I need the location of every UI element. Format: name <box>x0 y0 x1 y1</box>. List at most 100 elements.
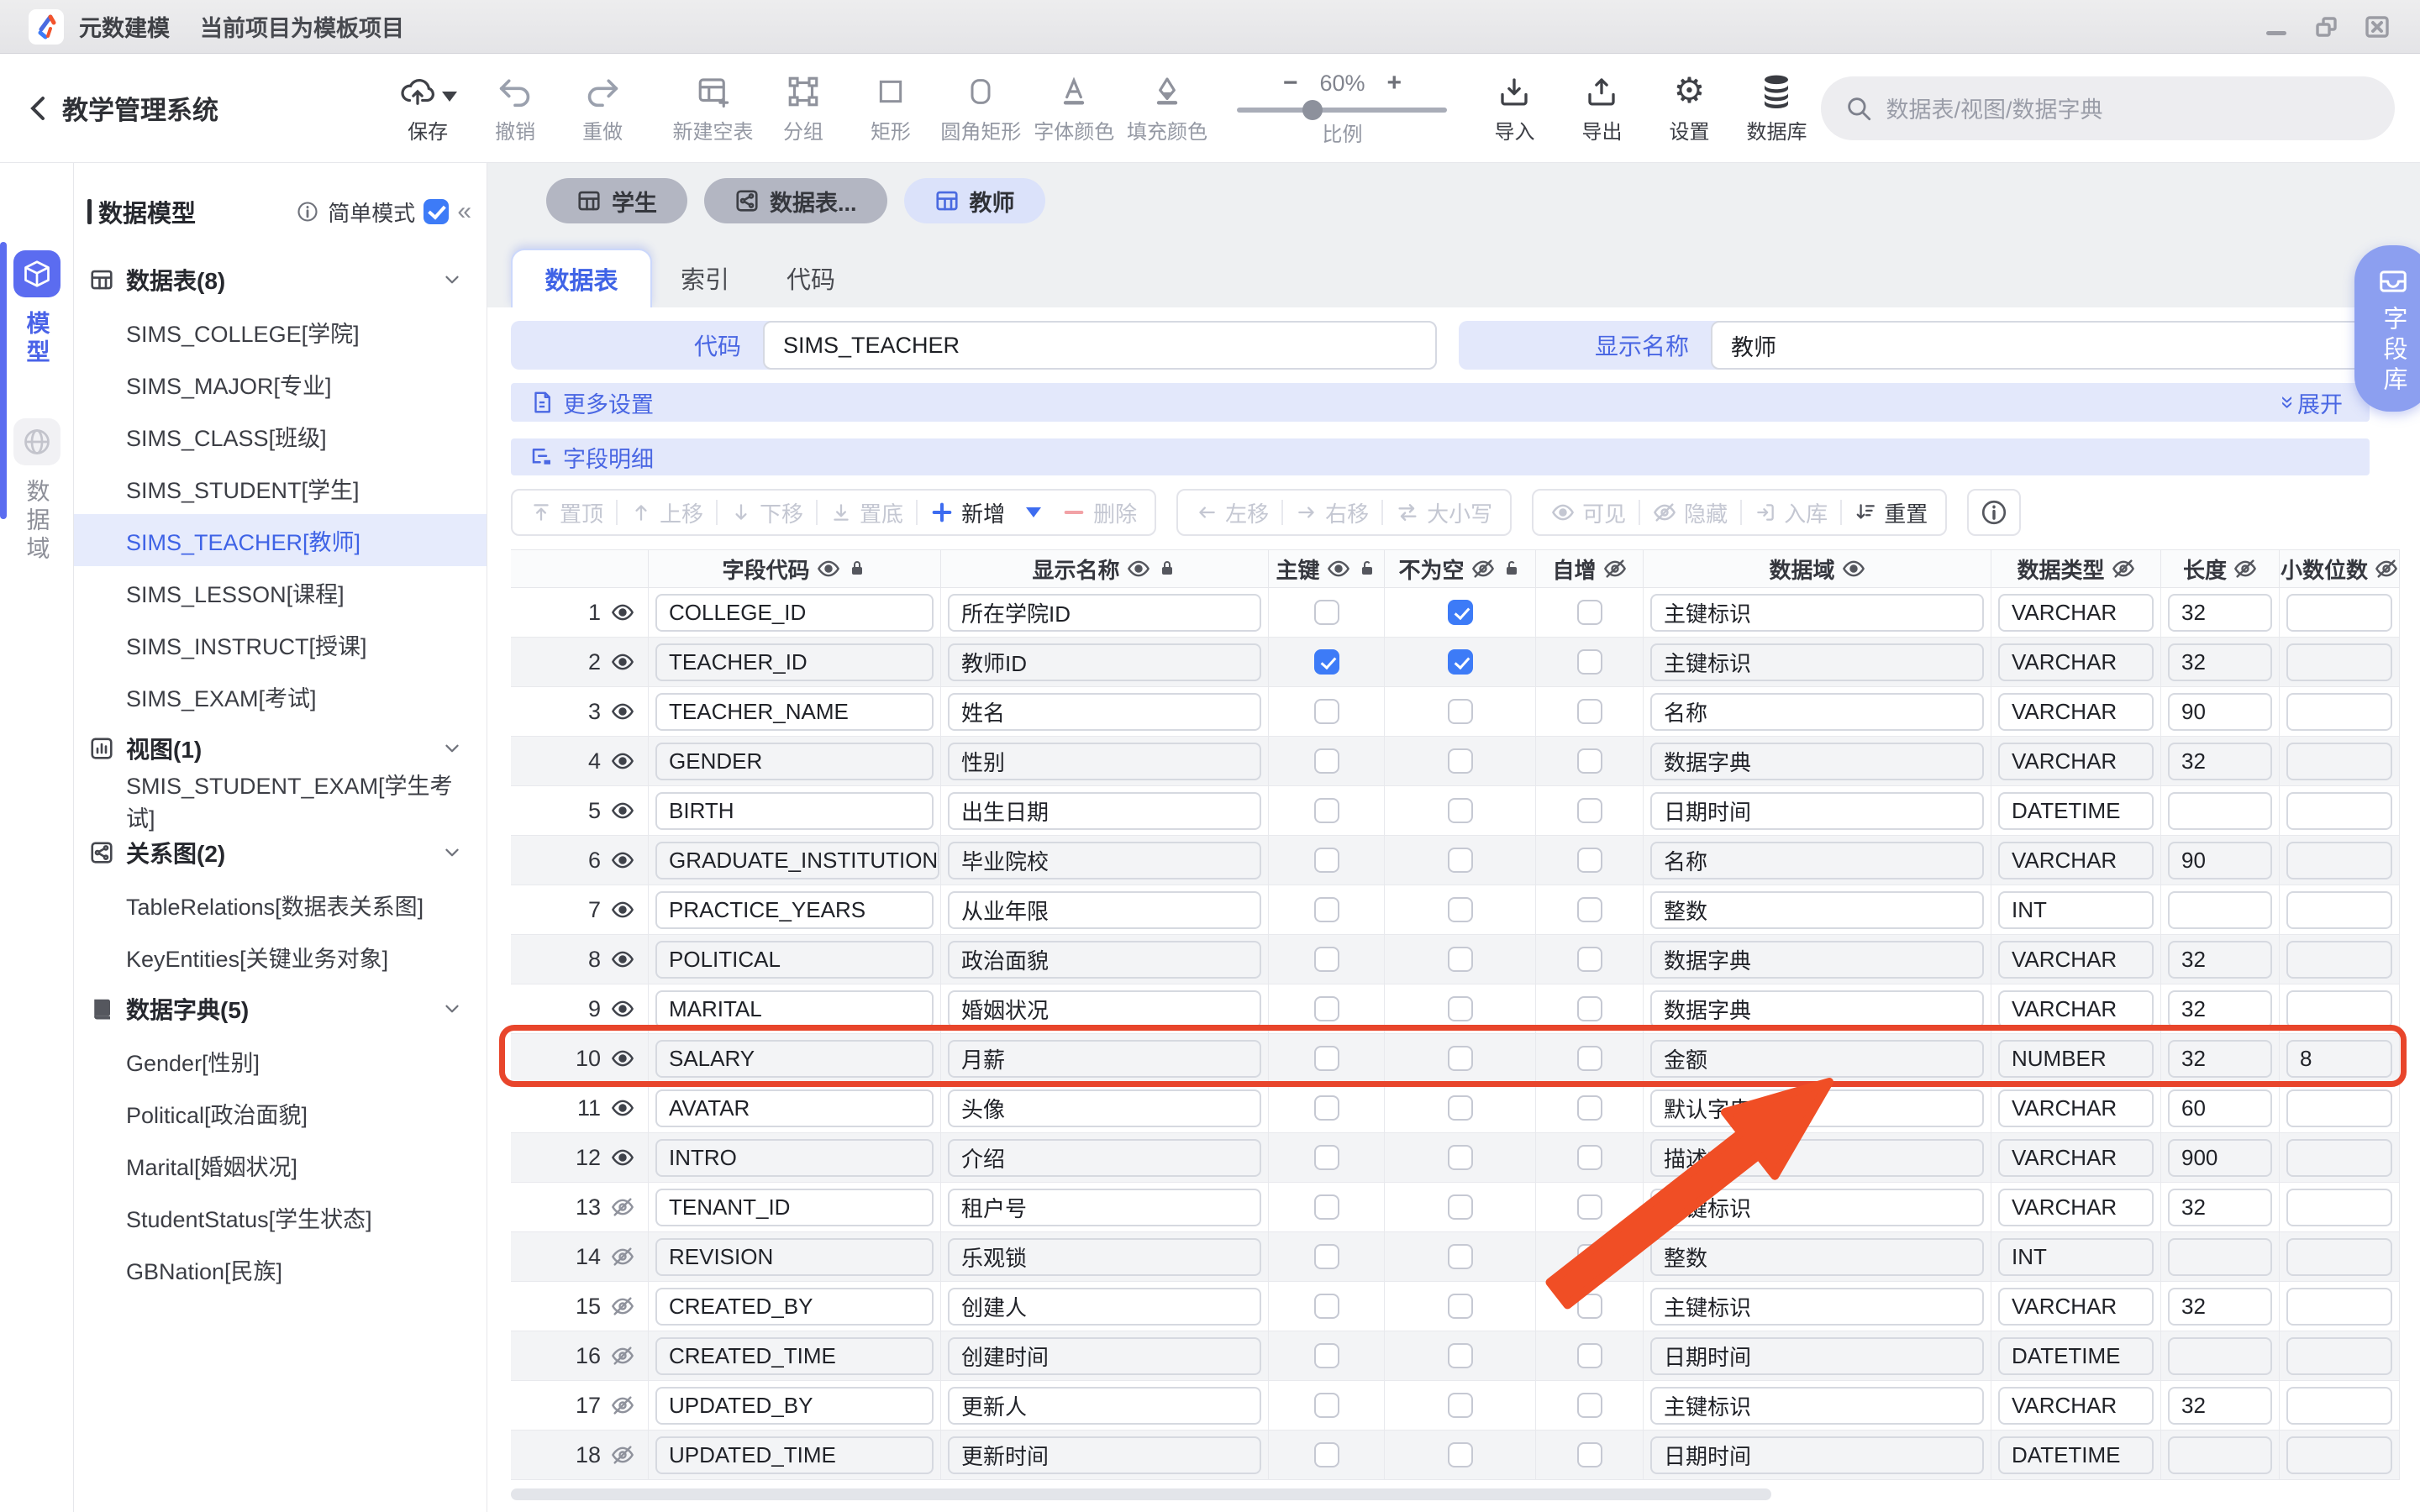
eye-icon[interactable] <box>611 1146 634 1169</box>
chevron-down-icon[interactable] <box>441 269 463 291</box>
fill-color-button[interactable]: 填充颜色 <box>1134 71 1201 144</box>
eye-icon[interactable] <box>611 1096 634 1120</box>
入库-button[interactable]: 入库 <box>1742 497 1840 528</box>
display-name-input[interactable]: 乐观锁 <box>948 1238 1261 1276</box>
zoom-in-button[interactable]: + <box>1386 69 1402 97</box>
auto-increment-checkbox[interactable] <box>1577 996 1602 1021</box>
auto-increment-checkbox[interactable] <box>1577 947 1602 972</box>
not-null-checkbox[interactable] <box>1448 748 1473 774</box>
eye-icon[interactable] <box>1842 557 1865 580</box>
simple-mode-checkbox[interactable] <box>424 199 449 224</box>
data-domain-input[interactable]: 描述文本 <box>1650 1139 1984 1177</box>
primary-key-checkbox[interactable] <box>1314 897 1339 922</box>
auto-increment-checkbox[interactable] <box>1577 1194 1602 1220</box>
data-type-input[interactable]: VARCHAR <box>1998 643 2154 681</box>
data-type-input[interactable]: DATETIME <box>1998 1337 2154 1375</box>
auto-increment-checkbox[interactable] <box>1577 699 1602 724</box>
data-type-input[interactable]: VARCHAR <box>1998 842 2154 879</box>
display-name-field-input[interactable]: 教师 <box>1711 321 2371 370</box>
auto-increment-checkbox[interactable] <box>1577 600 1602 625</box>
tree-item-1[interactable]: SIMS_COLLEGE[学院] <box>74 306 487 358</box>
display-name-input[interactable]: 教师ID <box>948 643 1261 681</box>
length-input[interactable]: 32 <box>2168 1040 2272 1078</box>
not-null-checkbox[interactable] <box>1448 1145 1473 1170</box>
font-color-button[interactable]: 字体颜色 <box>1041 71 1107 144</box>
auto-increment-checkbox[interactable] <box>1577 1244 1602 1269</box>
not-null-checkbox[interactable] <box>1448 1244 1473 1269</box>
not-null-checkbox[interactable] <box>1448 1294 1473 1319</box>
display-name-input[interactable]: 所在学院ID <box>948 594 1261 632</box>
display-name-input[interactable]: 月薪 <box>948 1040 1261 1078</box>
field-code-input[interactable]: REVISION <box>655 1238 934 1276</box>
primary-key-checkbox[interactable] <box>1314 1244 1339 1269</box>
chevron-down-icon[interactable] <box>441 842 463 864</box>
tree-group-9[interactable]: 视图(1) <box>74 722 487 774</box>
auto-increment-checkbox[interactable] <box>1577 1294 1602 1319</box>
eye-off-icon[interactable] <box>611 1443 634 1467</box>
display-name-input[interactable]: 出生日期 <box>948 792 1261 830</box>
field-code-input[interactable]: POLITICAL <box>655 941 934 979</box>
eye-off-icon[interactable] <box>611 1394 634 1417</box>
unlock-icon[interactable] <box>1357 559 1377 579</box>
tree-item-5[interactable]: SIMS_TEACHER[教师] <box>74 514 487 566</box>
置底-button[interactable]: 置底 <box>818 497 916 528</box>
not-null-checkbox[interactable] <box>1448 947 1473 972</box>
length-input[interactable] <box>2168 891 2272 929</box>
rounded-rect-button[interactable]: 圆角矩形 <box>948 71 1014 144</box>
length-input[interactable]: 32 <box>2168 1189 2272 1226</box>
eye-icon[interactable] <box>611 650 634 674</box>
primary-key-checkbox[interactable] <box>1314 1393 1339 1418</box>
data-type-input[interactable]: NUMBER <box>1998 1040 2154 1078</box>
field-code-input[interactable]: UPDATED_BY <box>655 1387 934 1425</box>
more-settings-bar[interactable]: 更多设置 « 展开 <box>511 383 2370 422</box>
length-input[interactable] <box>2168 1238 2272 1276</box>
eye-off-icon[interactable] <box>611 1195 634 1219</box>
info-button[interactable] <box>1967 489 2021 536</box>
eye-icon[interactable] <box>611 898 634 921</box>
decimal-input[interactable] <box>2286 1238 2392 1276</box>
tree-item-7[interactable]: SIMS_INSTRUCT[授课] <box>74 618 487 670</box>
data-type-input[interactable]: INT <box>1998 1238 2154 1276</box>
expand-button[interactable]: « 展开 <box>2279 386 2343 419</box>
decimal-input[interactable] <box>2286 842 2392 879</box>
field-code-input[interactable]: TEACHER_ID <box>655 643 934 681</box>
auto-increment-checkbox[interactable] <box>1577 1343 1602 1368</box>
display-name-input[interactable]: 婚姻状况 <box>948 990 1261 1028</box>
tree-item-17[interactable]: Marital[婚姻状况] <box>74 1139 487 1191</box>
field-code-input[interactable]: PRACTICE_YEARS <box>655 891 934 929</box>
大小写-button[interactable]: 大小写 <box>1383 497 1505 528</box>
display-name-input[interactable]: 创建时间 <box>948 1337 1261 1375</box>
eye-off-icon[interactable] <box>611 1245 634 1268</box>
rail-domain-button[interactable] <box>13 418 60 465</box>
primary-key-checkbox[interactable] <box>1314 1046 1339 1071</box>
左移-button[interactable]: 左移 <box>1183 497 1281 528</box>
data-domain-input[interactable]: 整数 <box>1650 1238 1984 1276</box>
doc-tab-2[interactable]: 教师 <box>904 178 1045 223</box>
zoom-out-button[interactable]: − <box>1283 69 1298 97</box>
field-code-input[interactable]: GENDER <box>655 743 934 780</box>
display-name-input[interactable]: 头像 <box>948 1089 1261 1127</box>
data-domain-input[interactable]: 主键标识 <box>1650 1189 1984 1226</box>
save-dropdown-icon[interactable] <box>442 92 457 102</box>
not-null-checkbox[interactable] <box>1448 1095 1473 1121</box>
decimal-input[interactable] <box>2286 792 2392 830</box>
primary-key-checkbox[interactable] <box>1314 1095 1339 1121</box>
decimal-input[interactable] <box>2286 1288 2392 1326</box>
primary-key-checkbox[interactable] <box>1314 996 1339 1021</box>
group-button[interactable]: 分组 <box>773 71 834 144</box>
auto-increment-checkbox[interactable] <box>1577 1095 1602 1121</box>
not-null-checkbox[interactable] <box>1448 600 1473 625</box>
not-null-checkbox[interactable] <box>1448 699 1473 724</box>
length-input[interactable]: 32 <box>2168 743 2272 780</box>
tree-item-12[interactable]: TableRelations[数据表关系图] <box>74 879 487 931</box>
add-dropdown-icon[interactable] <box>1026 507 1041 517</box>
primary-key-checkbox[interactable] <box>1314 1442 1339 1467</box>
decimal-input[interactable] <box>2286 1089 2392 1127</box>
data-type-input[interactable]: VARCHAR <box>1998 693 2154 731</box>
data-domain-input[interactable]: 名称 <box>1650 842 1984 879</box>
export-button[interactable]: 导出 <box>1571 71 1632 144</box>
tree-item-4[interactable]: SIMS_STUDENT[学生] <box>74 462 487 514</box>
eye-icon[interactable] <box>1327 557 1350 580</box>
primary-key-checkbox[interactable] <box>1314 699 1339 724</box>
eye-icon[interactable] <box>817 557 840 580</box>
